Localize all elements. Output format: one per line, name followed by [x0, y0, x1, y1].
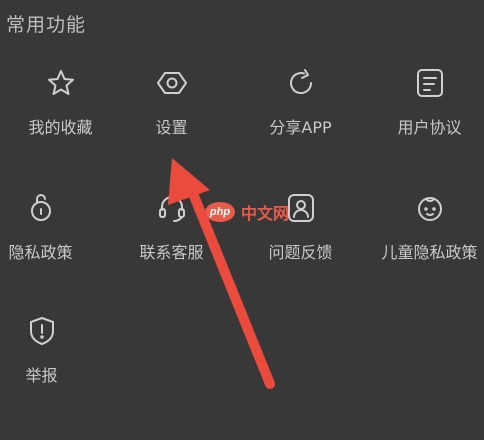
person-frame-icon — [284, 191, 318, 225]
menu-item-privacy-policy[interactable]: 隐私政策 — [0, 191, 101, 291]
menu-item-label: 儿童隐私政策 — [381, 243, 478, 262]
menu-item-report[interactable]: 举报 — [0, 314, 102, 414]
lock-icon — [24, 191, 58, 225]
menu-item-label: 用户协议 — [397, 118, 462, 137]
menu-item-label: 联系客服 — [139, 243, 204, 262]
headset-icon — [155, 191, 189, 225]
menu-item-share-app[interactable]: 分享APP — [240, 66, 361, 166]
section-title: 常用功能 — [6, 14, 87, 36]
child-face-icon — [413, 191, 447, 225]
menu-item-label: 设置 — [155, 118, 188, 137]
document-icon — [413, 66, 447, 100]
menu-item-feedback[interactable]: 问题反馈 — [240, 191, 361, 291]
menu-item-label: 我的收藏 — [28, 118, 93, 137]
menu-item-contact-support[interactable]: 联系客服 — [111, 191, 232, 291]
menu-item-label: 举报 — [25, 366, 58, 385]
shield-icon — [25, 314, 59, 348]
share-refresh-icon — [284, 66, 318, 100]
menu-item-settings[interactable]: 设置 — [111, 66, 232, 166]
menu-item-label: 隐私政策 — [8, 243, 73, 262]
menu-item-label: 问题反馈 — [268, 243, 333, 262]
settings-hexagon-icon — [155, 66, 189, 100]
menu-item-user-agreement[interactable]: 用户协议 — [369, 66, 484, 166]
common-functions-screen: 常用功能 我的收藏 设置 分享APP 用户协议 隐私政策 联系客服 问题反馈 儿… — [0, 0, 484, 440]
menu-item-child-privacy-policy[interactable]: 儿童隐私政策 — [369, 191, 484, 291]
star-icon — [44, 66, 78, 100]
menu-item-favorites[interactable]: 我的收藏 — [0, 66, 121, 166]
menu-item-label: 分享APP — [269, 118, 332, 137]
